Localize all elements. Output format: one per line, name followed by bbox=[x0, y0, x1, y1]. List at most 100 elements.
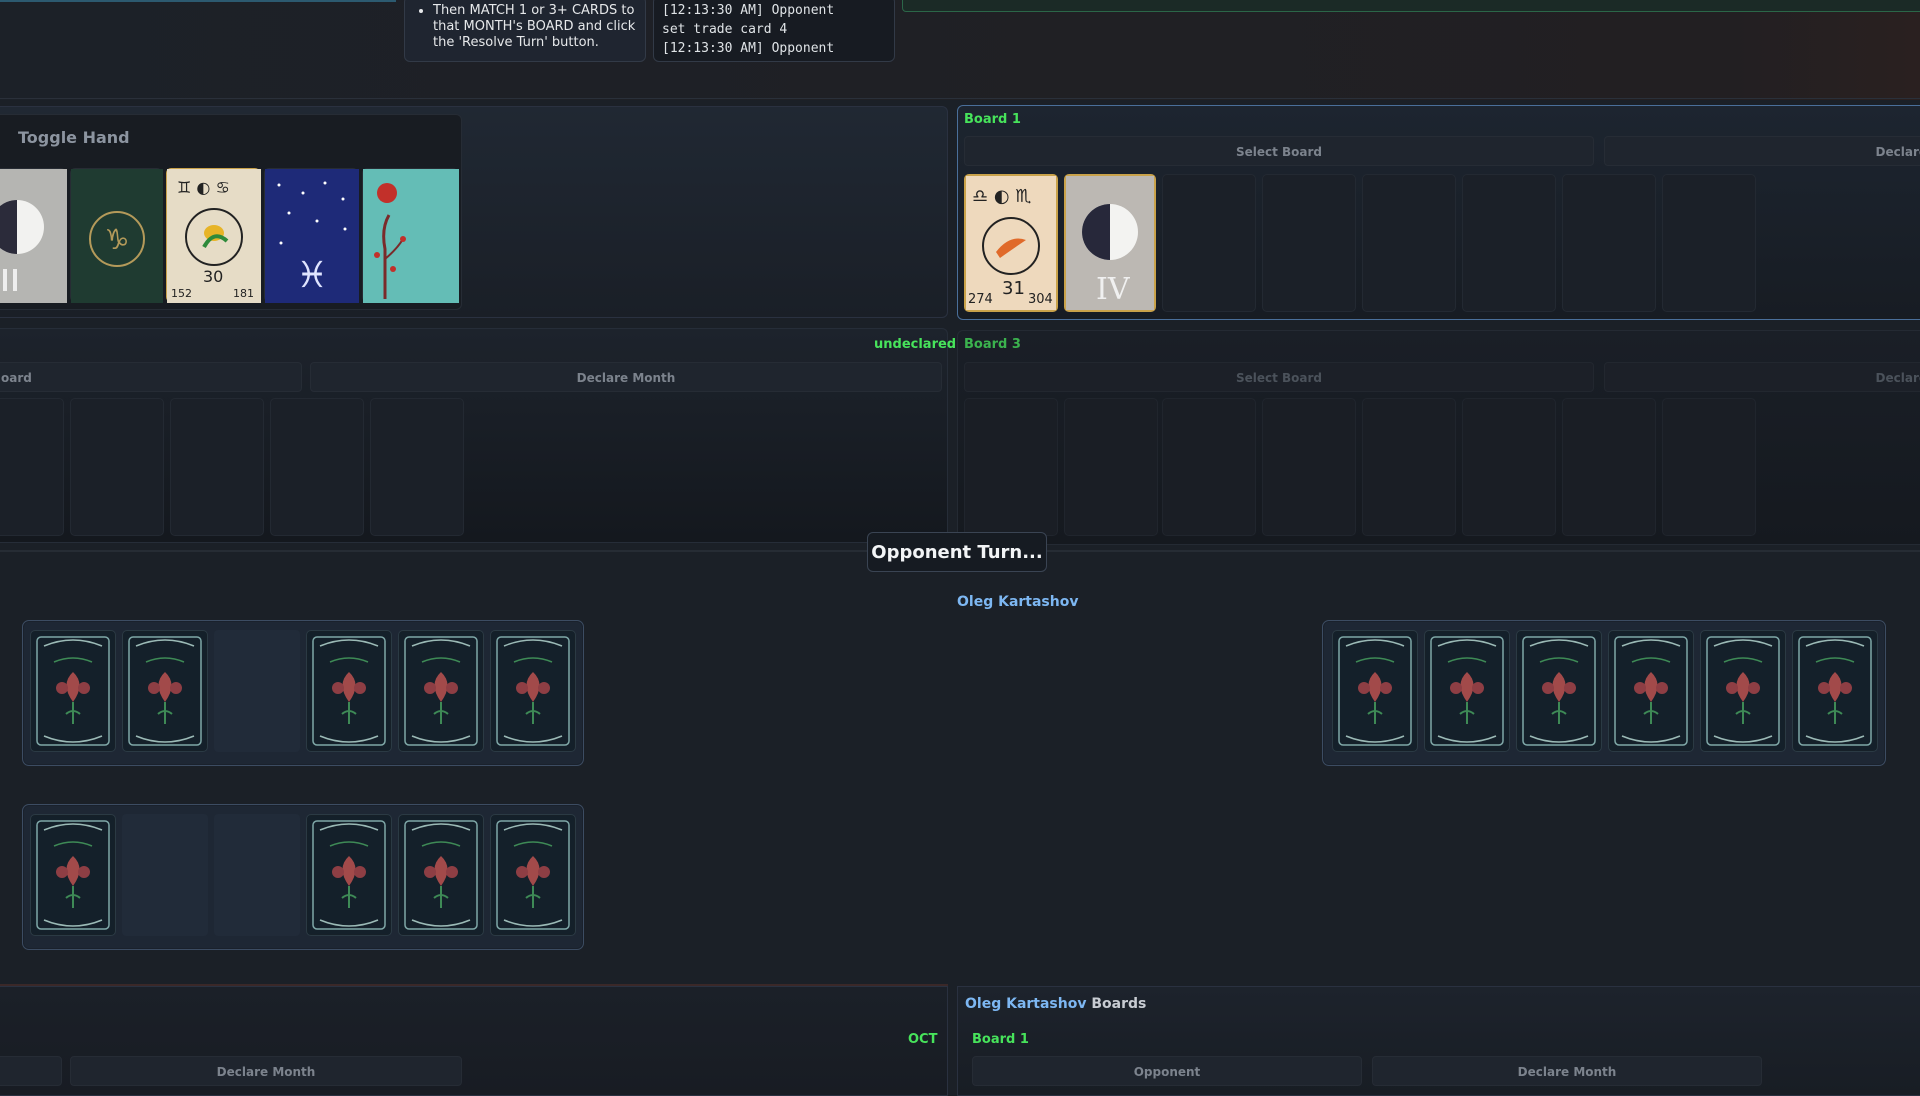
bottom-left-declare-button[interactable]: Declare Month bbox=[70, 1056, 462, 1086]
instruction-item: Then MATCH 1 or 3+ CARDS to that MONTH's… bbox=[433, 3, 637, 51]
board-slot[interactable] bbox=[1562, 174, 1656, 312]
board-slot[interactable] bbox=[0, 398, 64, 536]
card-back-art bbox=[1610, 632, 1692, 750]
hand-card[interactable]: ♑ bbox=[70, 168, 163, 303]
card-back[interactable] bbox=[1332, 630, 1418, 752]
board-slot[interactable] bbox=[1662, 398, 1756, 536]
board-2-declare-button[interactable]: Declare Month bbox=[310, 362, 942, 392]
bottom-left-select-button[interactable] bbox=[0, 1056, 62, 1086]
hand-card[interactable] bbox=[362, 168, 459, 303]
month-status: undeclared bbox=[874, 337, 957, 352]
board-3-title: Board 3 bbox=[964, 337, 1021, 352]
hand-card[interactable]: ♊ ◐ ♋ 30 152 181 bbox=[166, 168, 261, 303]
opponent-board-1-title: Board 1 bbox=[972, 1032, 1029, 1047]
card-back[interactable] bbox=[490, 814, 576, 936]
board-slot[interactable] bbox=[1562, 398, 1656, 536]
card-back-art bbox=[1334, 632, 1416, 750]
svg-text:♎ ◐ ♏: ♎ ◐ ♏ bbox=[972, 186, 1031, 207]
card-back-art bbox=[400, 632, 482, 750]
card-number: 30 bbox=[203, 267, 224, 286]
top-left-accent bbox=[0, 0, 396, 2]
opponent-board-declare-button[interactable]: Declare Month bbox=[1372, 1056, 1762, 1086]
hand-card[interactable]: ♓ bbox=[264, 168, 359, 303]
card-numeral: IV bbox=[1096, 272, 1130, 307]
board-slot[interactable] bbox=[1064, 398, 1158, 536]
card-back-art bbox=[308, 632, 390, 750]
empty-card-slot bbox=[214, 814, 300, 936]
card-back-art bbox=[32, 632, 114, 750]
card-back-art bbox=[492, 816, 574, 934]
card-back[interactable] bbox=[1792, 630, 1878, 752]
opponent-boards-owner: Oleg Kartashov bbox=[965, 996, 1087, 1012]
empty-card-slot bbox=[214, 630, 300, 752]
card-number: 274 bbox=[968, 292, 993, 307]
opponent-board-select-button[interactable]: Opponent bbox=[972, 1056, 1362, 1086]
card-back[interactable] bbox=[30, 814, 116, 936]
plum-blossom-art bbox=[363, 169, 459, 303]
board-slot[interactable] bbox=[1462, 398, 1556, 536]
board-slot[interactable] bbox=[1362, 174, 1456, 312]
log-line: [12:13:30 AM] Opponent bbox=[662, 41, 835, 56]
month-label: OCT bbox=[908, 1032, 938, 1047]
card-back[interactable] bbox=[1700, 630, 1786, 752]
game-log[interactable]: [12:13:30 AM] Opponent set trade card 4 … bbox=[653, 0, 895, 62]
card-back-art bbox=[308, 816, 390, 934]
card-back-art bbox=[492, 632, 574, 750]
opponent-boards-suffix: Boards bbox=[1091, 996, 1147, 1012]
card-back[interactable] bbox=[306, 630, 392, 752]
card-number: 152 bbox=[171, 287, 192, 300]
card-back-art bbox=[400, 816, 482, 934]
top-divider bbox=[0, 98, 1920, 99]
board-card[interactable]: ♎ ◐ ♏ 31 274 304 bbox=[964, 174, 1058, 312]
card-back[interactable] bbox=[398, 630, 484, 752]
card-back[interactable] bbox=[1424, 630, 1510, 752]
card-number: 31 bbox=[1002, 278, 1025, 299]
opponent-name: Oleg Kartashov bbox=[957, 594, 1079, 610]
moon-phase-icon bbox=[0, 169, 67, 303]
card-number: 304 bbox=[1028, 292, 1053, 307]
board-slot[interactable] bbox=[1262, 174, 1356, 312]
status-banner bbox=[902, 0, 1920, 12]
card-back[interactable] bbox=[306, 814, 392, 936]
board-1-select-button[interactable]: Select Board bbox=[964, 136, 1594, 166]
card-back[interactable] bbox=[1516, 630, 1602, 752]
card-back[interactable] bbox=[490, 630, 576, 752]
card-back-art bbox=[1518, 632, 1600, 750]
board-slot[interactable] bbox=[70, 398, 164, 536]
board-slot[interactable] bbox=[1362, 398, 1456, 536]
board-slot[interactable] bbox=[1162, 398, 1256, 536]
board-1-title: Board 1 bbox=[964, 112, 1021, 127]
hand-card[interactable] bbox=[0, 168, 67, 303]
board-slot[interactable] bbox=[1162, 174, 1256, 312]
log-line: [12:13:30 AM] Opponent bbox=[662, 3, 835, 18]
log-line: set trade card 4 bbox=[662, 22, 788, 37]
card-number: 181 bbox=[233, 287, 254, 300]
board-slot[interactable] bbox=[370, 398, 464, 536]
top-bar bbox=[0, 0, 1920, 100]
board-3-declare-button[interactable]: Declare bbox=[1604, 362, 1920, 392]
card-back[interactable] bbox=[122, 630, 208, 752]
board-1-declare-button[interactable]: Declare bbox=[1604, 136, 1920, 166]
board-slot[interactable] bbox=[1262, 398, 1356, 536]
opponent-boards-title: Oleg Kartashov Boards bbox=[965, 996, 1146, 1012]
instructions-panel: Then MATCH 1 or 3+ CARDS to that MONTH's… bbox=[404, 0, 646, 62]
board-slot[interactable] bbox=[1462, 174, 1556, 312]
card-back-art bbox=[32, 816, 114, 934]
board-slot[interactable] bbox=[1662, 174, 1756, 312]
board-slot[interactable] bbox=[170, 398, 264, 536]
card-back-art bbox=[1702, 632, 1784, 750]
empty-card-slot bbox=[122, 814, 208, 936]
turn-indicator: Opponent Turn... bbox=[867, 532, 1047, 572]
card-back[interactable] bbox=[1608, 630, 1694, 752]
board-card[interactable]: IV bbox=[1064, 174, 1156, 312]
svg-text:♑: ♑ bbox=[104, 223, 129, 256]
card-back[interactable] bbox=[30, 630, 116, 752]
toggle-hand-button[interactable]: Toggle Hand bbox=[18, 128, 130, 147]
pisces-icon: ♓ bbox=[265, 169, 359, 303]
board-slot[interactable] bbox=[964, 398, 1058, 536]
board-slot[interactable] bbox=[270, 398, 364, 536]
board-2-select-button[interactable]: oard bbox=[0, 362, 302, 392]
card-back[interactable] bbox=[398, 814, 484, 936]
capricorn-icon: ♑ bbox=[71, 169, 163, 303]
board-3-select-button[interactable]: Select Board bbox=[964, 362, 1594, 392]
